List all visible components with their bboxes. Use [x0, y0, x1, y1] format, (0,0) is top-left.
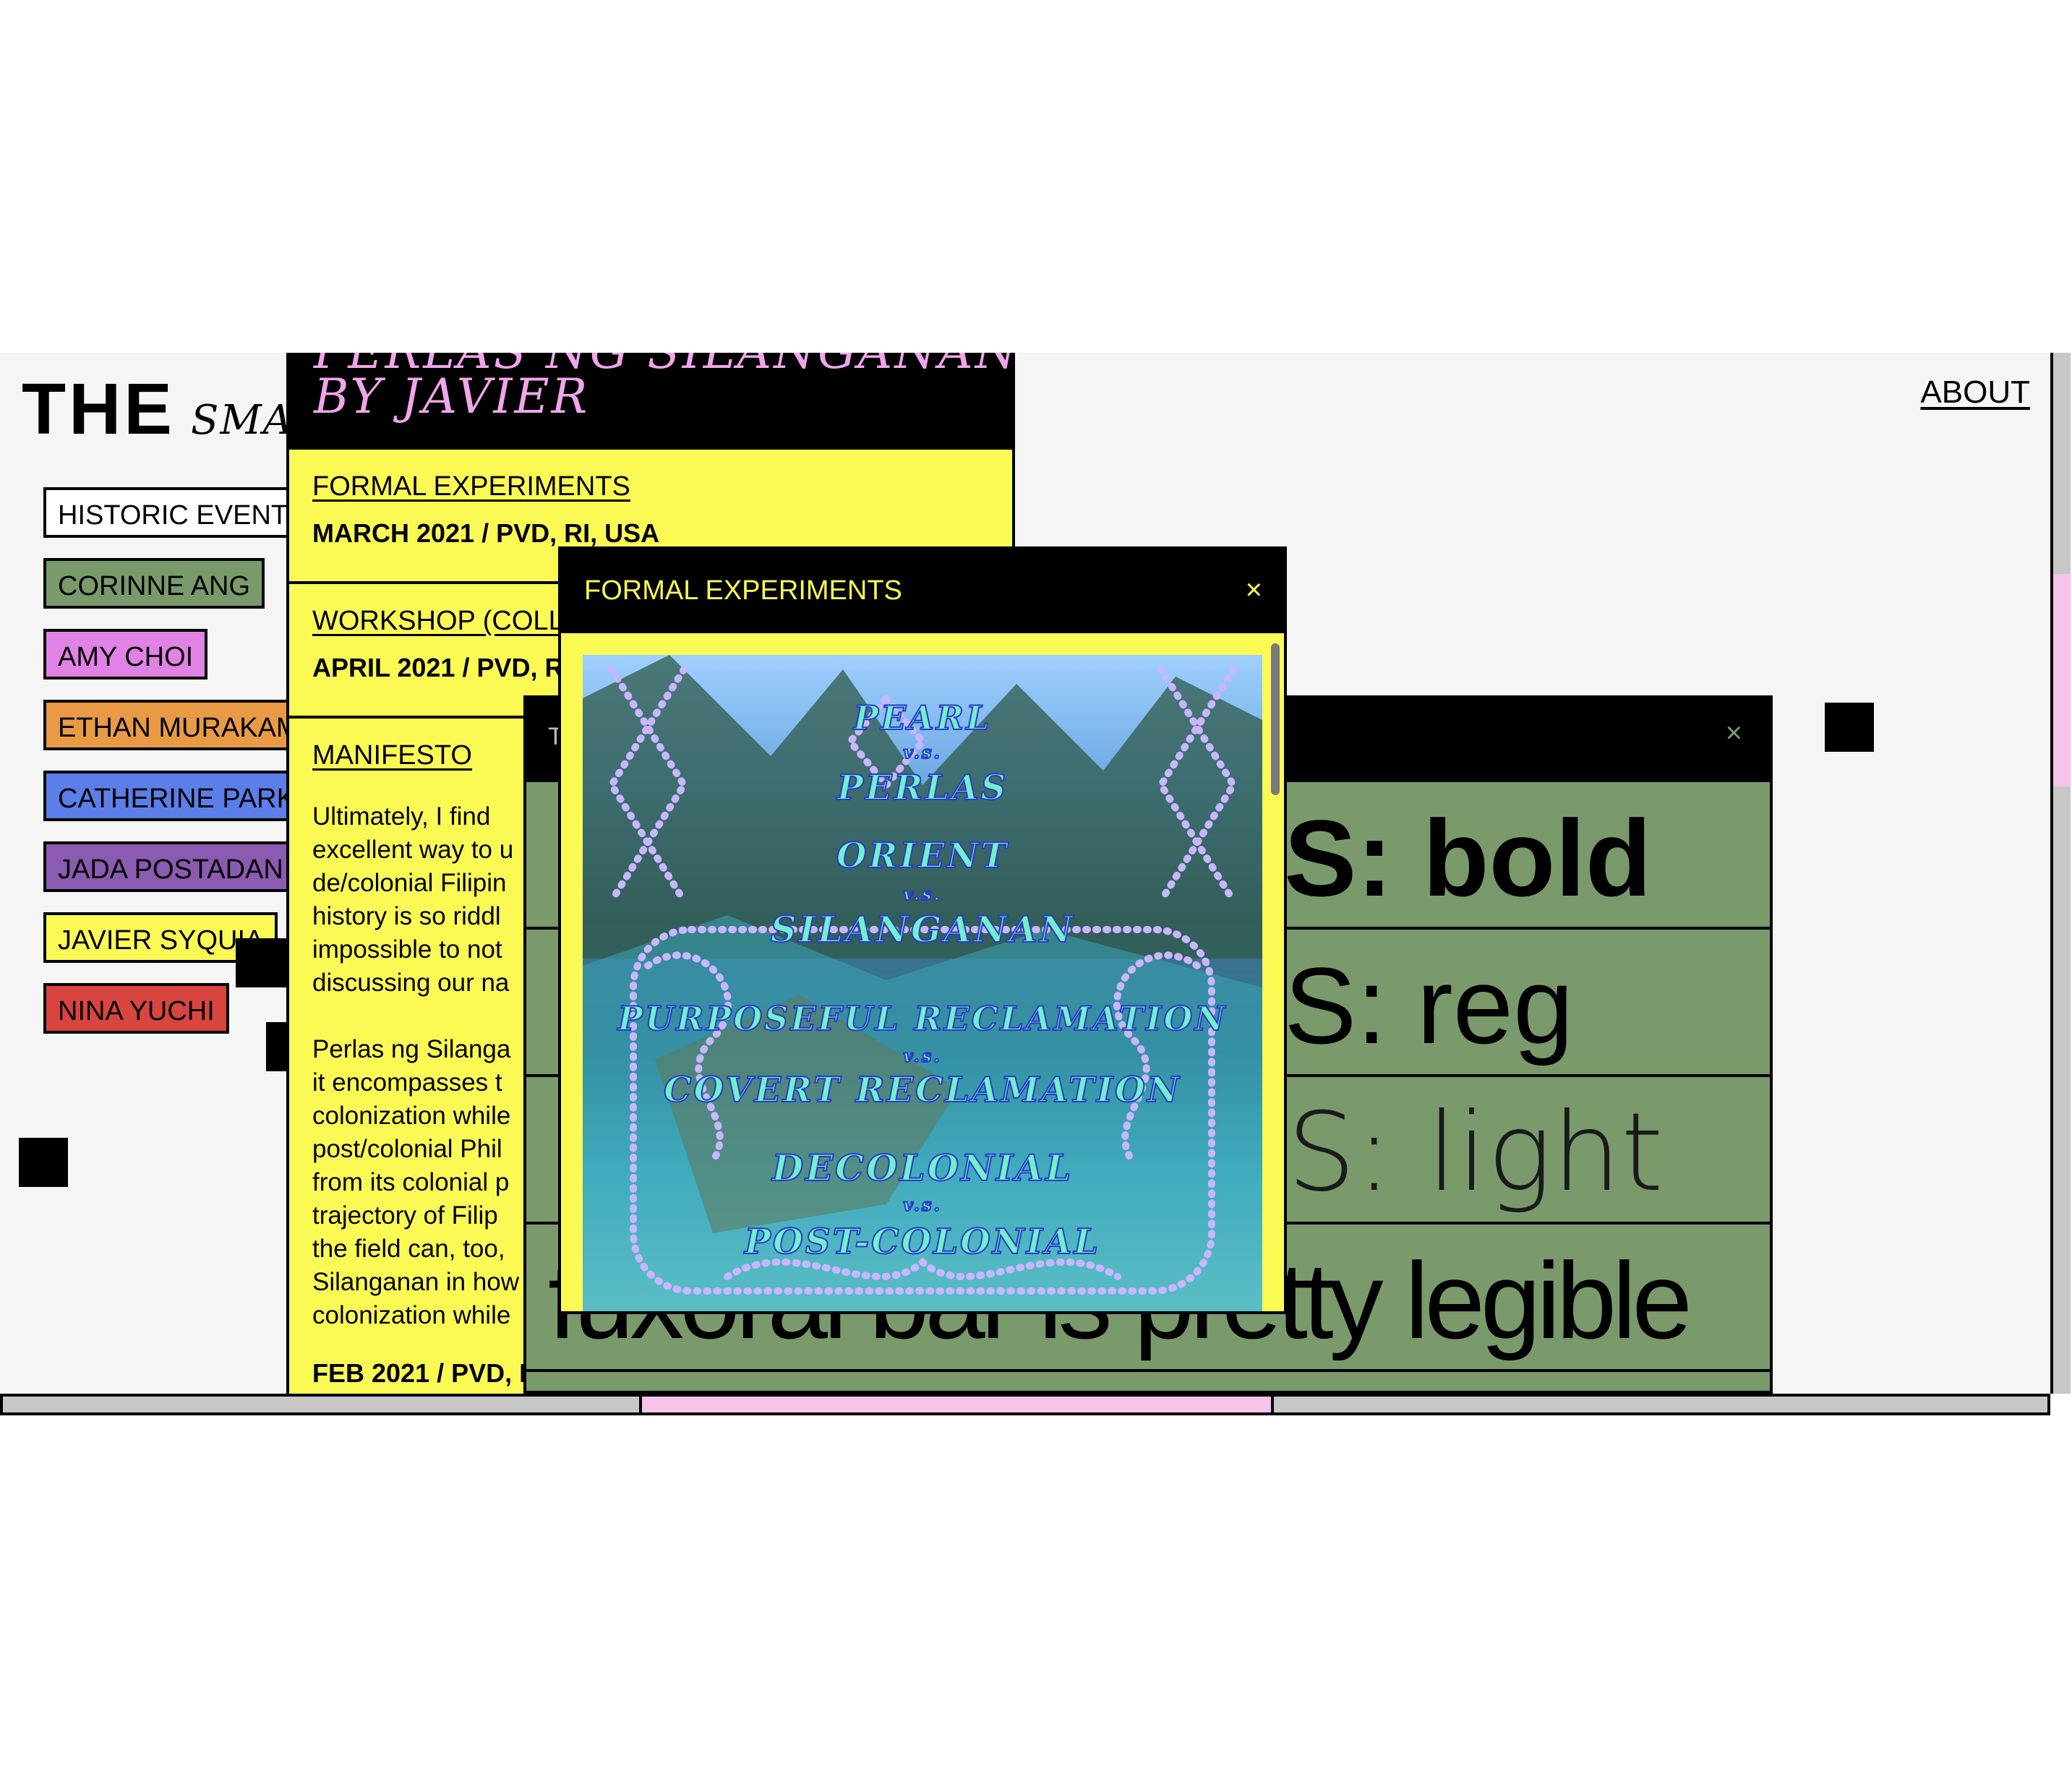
artwork-text: PURPOSEFUL RECLAMATION [617, 998, 1228, 1039]
site-title-main: THE [22, 369, 175, 450]
formal-experiments-link[interactable]: FORMAL EXPERIMENTS [312, 471, 630, 502]
manifesto-link[interactable]: MANIFESTO [312, 740, 472, 771]
vertical-scrollbar-thumb[interactable] [2053, 574, 2071, 786]
artwork-text: v.s. [902, 883, 942, 905]
article-title-line2: BY JAVIER [314, 369, 590, 424]
tag-ethan-murakami[interactable]: ETHAN MURAKAM [43, 700, 314, 750]
section-date: MARCH 2021 / PVD, RI, USA [312, 518, 660, 548]
site-title[interactable]: THE SMA [22, 373, 294, 445]
article-header: PERLAS NG SILANGANAN BY JAVIER [289, 353, 1012, 447]
page-viewport: THE SMA ABOUT HISTORIC EVENT CORINNE ANG … [0, 353, 2050, 1394]
artwork-text: v.s. [902, 1045, 942, 1067]
artwork-text: DECOLONIAL [771, 1146, 1074, 1190]
artwork-text: PEARL [853, 698, 992, 738]
formal-experiments-modal[interactable]: FORMAL EXPERIMENTS × PEARL v.s. PERLAS O… [558, 546, 1287, 1314]
artwork-text: v.s. [902, 1193, 942, 1216]
decorative-square [236, 938, 288, 987]
artwork-text: v.s. [902, 741, 942, 763]
artwork-text: COVERT RECLAMATION [663, 1069, 1181, 1111]
horizontal-scrollbar-thumb[interactable] [639, 1397, 1274, 1412]
modal-scrollbar[interactable] [1271, 643, 1280, 795]
artwork-text: PERLAS [836, 767, 1009, 809]
site-title-sub: SMA [191, 397, 294, 444]
modal-header: FORMAL EXPERIMENTS × [561, 549, 1284, 633]
artwork-text: ORIENT [836, 835, 1009, 877]
tag-jada-postadan[interactable]: JADA POSTADAN [43, 841, 298, 892]
about-link[interactable]: ABOUT [1920, 374, 2030, 411]
tag-nina-yuchi[interactable]: NINA YUCHI [43, 983, 229, 1034]
decorative-square [19, 1138, 68, 1187]
tag-catherine-park[interactable]: CATHERINE PARK [43, 771, 309, 821]
workshop-link[interactable]: WORKSHOP (COLLA [312, 606, 582, 637]
artwork-image: PEARL v.s. PERLAS ORIENT v.s. SILANGANAN… [583, 655, 1262, 1311]
vertical-scrollbar[interactable] [2050, 353, 2071, 1394]
horizontal-scrollbar[interactable] [0, 1394, 2050, 1415]
artwork-text: POST-COLONIAL [744, 1221, 1101, 1263]
decorative-square [1825, 703, 1874, 752]
tag-corinne-ang[interactable]: CORINNE ANG [43, 558, 265, 609]
tag-historic-event[interactable]: HISTORIC EVENT [43, 487, 303, 538]
close-icon[interactable]: × [1246, 574, 1262, 606]
modal-title: FORMAL EXPERIMENTS [584, 575, 902, 606]
close-icon[interactable]: × [1726, 717, 1742, 750]
tag-amy-choi[interactable]: AMY CHOI [43, 629, 208, 679]
artwork-text: SILANGANAN [770, 907, 1075, 951]
